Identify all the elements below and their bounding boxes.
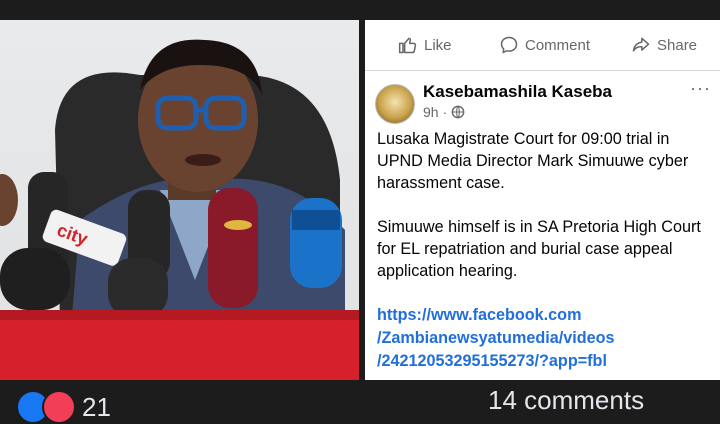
link-line[interactable]: /24212053295155273/?app=fbl: [377, 350, 715, 373]
share-arrow-icon: [632, 37, 650, 52]
link-line[interactable]: https://www.facebook.com: [377, 304, 715, 327]
post-paragraph: Simuuwe himself is in SA Pretoria High C…: [377, 218, 701, 280]
comment-label: Comment: [525, 36, 591, 54]
post-header: Kasebamashila Kaseba 9h · ···: [375, 78, 715, 130]
comments-count[interactable]: 14 comments: [488, 387, 644, 413]
comment-button[interactable]: Comment: [499, 33, 590, 57]
post-time[interactable]: 9h: [423, 104, 439, 120]
globe-icon: [451, 105, 465, 119]
love-reaction-icon: [42, 390, 76, 424]
post-paragraph: Lusaka Magistrate Court for 09:00 trial …: [377, 130, 689, 192]
post-action-bar: Like Comment Share: [365, 20, 720, 71]
author-name[interactable]: Kasebamashila Kaseba: [423, 82, 612, 102]
post-body: Lusaka Magistrate Court for 09:00 trial …: [377, 128, 715, 304]
post-photo[interactable]: city: [0, 20, 359, 380]
post-link[interactable]: https://www.facebook.com /Zambianewsyatu…: [377, 304, 715, 373]
comment-bubble-icon: [500, 36, 518, 54]
meta-separator: ·: [442, 104, 448, 120]
share-button[interactable]: Share: [631, 33, 697, 57]
reaction-summary[interactable]: 21: [16, 390, 111, 424]
share-label: Share: [657, 36, 698, 54]
post-meta: 9h ·: [423, 104, 465, 120]
top-status-strip: [0, 0, 720, 20]
link-line[interactable]: /Zambianewsyatumedia/videos: [377, 327, 715, 350]
reaction-count: 21: [82, 392, 111, 422]
like-button[interactable]: Like: [398, 33, 452, 57]
thumbs-up-icon: [398, 37, 417, 54]
facebook-post: Like Comment Share Kasebamashila Kaseba …: [365, 20, 720, 380]
press-conference-illustration: city: [0, 39, 359, 380]
more-options-icon[interactable]: ···: [690, 78, 711, 99]
like-label: Like: [424, 36, 452, 54]
author-avatar[interactable]: [375, 84, 415, 124]
